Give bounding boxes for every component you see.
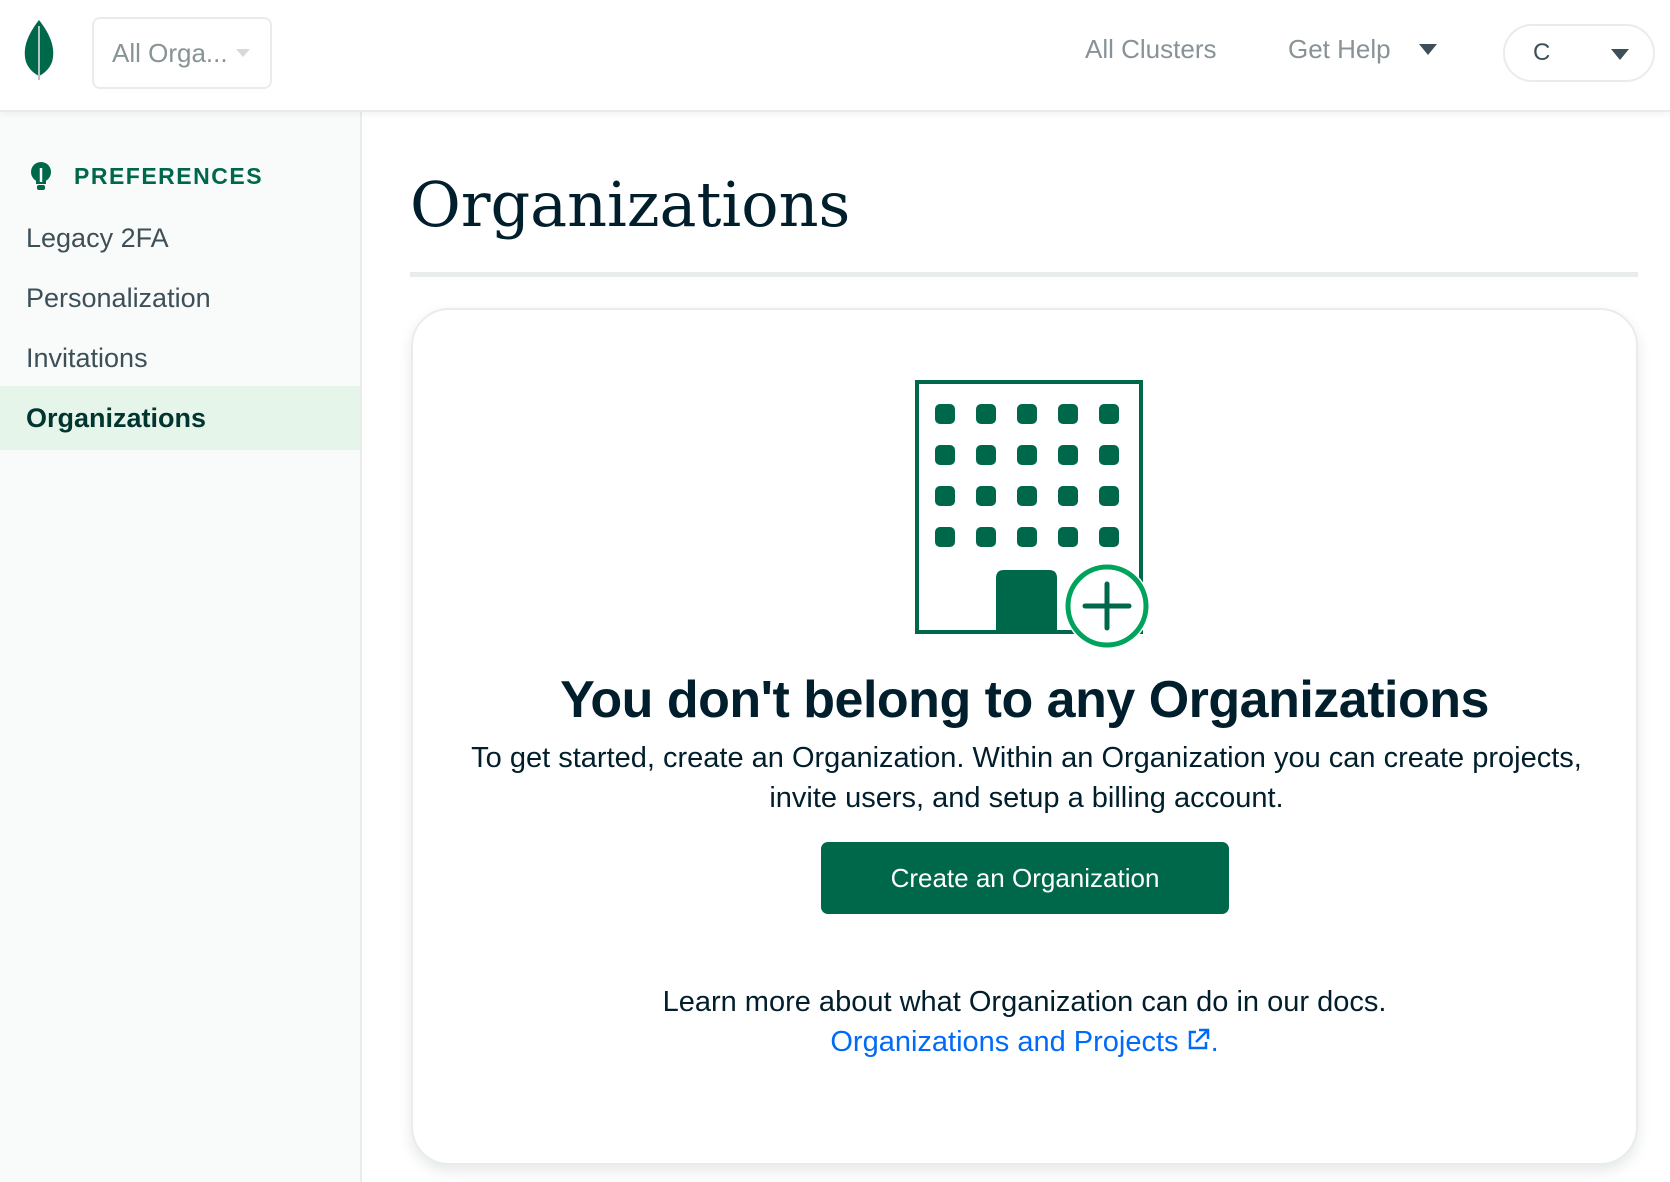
empty-state-card: You don't belong to any Organizations To… [411, 308, 1638, 1165]
nav-get-help-label: Get Help [1288, 34, 1391, 64]
sidebar: PREFERENCES Legacy 2FA Personalization I… [0, 112, 362, 1182]
organization-selector[interactable]: All Orga... [92, 17, 272, 89]
sidebar-section-header: PREFERENCES [28, 160, 263, 192]
page-title: Organizations [410, 168, 851, 241]
user-initial: C [1533, 39, 1551, 66]
docs-description: Learn more about what Organization can d… [662, 986, 1387, 1018]
mongodb-leaf-icon[interactable] [20, 18, 58, 82]
nav-all-clusters[interactable]: All Clusters [1085, 34, 1216, 65]
title-divider [410, 272, 1638, 277]
sidebar-section-title: PREFERENCES [74, 162, 264, 189]
docs-link-organizations-and-projects[interactable]: Organizations and Projects [830, 1026, 1210, 1058]
user-menu[interactable]: C [1503, 24, 1655, 82]
chevron-down-icon [1418, 44, 1437, 55]
sidebar-item-personalization[interactable]: Personalization [0, 266, 360, 330]
empty-state-description: To get started, create an Organization. … [471, 742, 1582, 814]
empty-state-title: You don't belong to any Organizations [560, 671, 1489, 729]
lightbulb-icon [31, 162, 51, 190]
docs-link-line: Organizations and Projects . [413, 1026, 1636, 1059]
docs-link-suffix: . [1210, 1026, 1219, 1058]
external-link-icon [1188, 1028, 1209, 1050]
chevron-down-icon [235, 49, 250, 57]
docs-link-label: Organizations and Projects [830, 1026, 1179, 1058]
plus-circle-icon [1064, 563, 1150, 649]
nav-get-help[interactable]: Get Help [1288, 34, 1437, 65]
building-illustration [915, 380, 1150, 649]
organization-selector-label: All Orga... [112, 37, 228, 68]
sidebar-item-legacy-2fa[interactable]: Legacy 2FA [0, 206, 360, 270]
sidebar-item-invitations[interactable]: Invitations [0, 326, 360, 390]
chevron-down-icon [1611, 49, 1629, 60]
create-organization-button[interactable]: Create an Organization [821, 842, 1229, 914]
sidebar-item-organizations[interactable]: Organizations [0, 386, 360, 450]
top-navigation-bar: All Orga... All Clusters Get Help C [0, 0, 1670, 112]
